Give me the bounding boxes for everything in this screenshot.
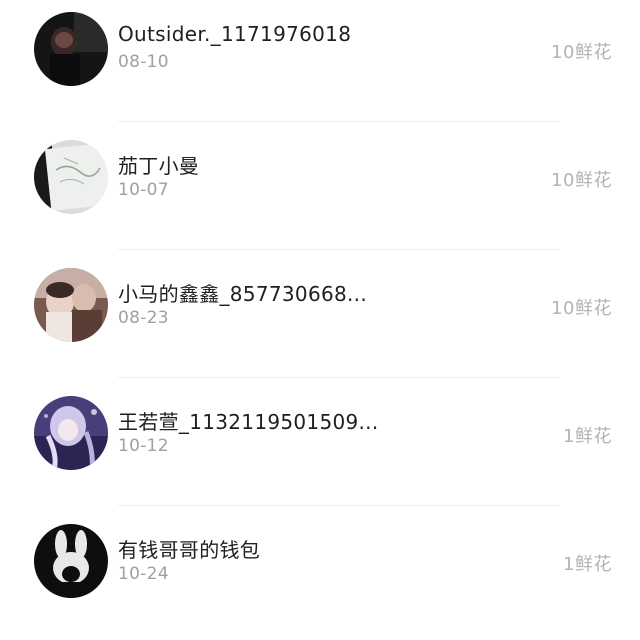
- divider: [118, 249, 560, 250]
- white-rabbit-avatar-icon[interactable]: [34, 524, 108, 598]
- list-item[interactable]: 茄丁小曼 10-07 10鲜花: [0, 128, 640, 256]
- list-item[interactable]: 王若萱_1132119501509... 10-12 1鲜花: [0, 384, 640, 512]
- gift-date: 10-24: [118, 564, 169, 584]
- gift-amount: 10鲜花: [551, 42, 612, 63]
- gift-date: 10-07: [118, 180, 169, 200]
- divider: [118, 121, 560, 122]
- sender-name: 有钱哥哥的钱包: [118, 538, 261, 562]
- list-item[interactable]: Outsider._1171976018 08-10 10鲜花: [0, 0, 640, 128]
- gift-amount: 1鲜花: [563, 554, 612, 575]
- sender-name: 小马的鑫鑫_857730668...: [118, 282, 367, 306]
- gift-amount: 10鲜花: [551, 170, 612, 191]
- sender-name: Outsider._1171976018: [118, 22, 352, 46]
- gift-date: 08-23: [118, 308, 169, 328]
- anime-girl-avatar-icon[interactable]: [34, 396, 108, 470]
- sketch-drawing-avatar-icon[interactable]: [34, 140, 108, 214]
- couple-photo-avatar-icon[interactable]: [34, 268, 108, 342]
- gift-date: 08-10: [118, 52, 169, 72]
- gift-amount: 10鲜花: [551, 298, 612, 319]
- list-item[interactable]: 小马的鑫鑫_857730668... 08-23 10鲜花: [0, 256, 640, 384]
- list-item[interactable]: 有钱哥哥的钱包 10-24 1鲜花: [0, 512, 640, 640]
- sender-name: 王若萱_1132119501509...: [118, 410, 379, 434]
- gift-sender-list: Outsider._1171976018 08-10 10鲜花 茄丁小曼 10-…: [0, 0, 640, 615]
- divider: [118, 377, 560, 378]
- sender-name: 茄丁小曼: [118, 154, 200, 178]
- gift-date: 10-12: [118, 436, 169, 456]
- gift-amount: 1鲜花: [563, 426, 612, 447]
- divider: [118, 505, 560, 506]
- dark-portrait-avatar-icon[interactable]: [34, 12, 108, 86]
